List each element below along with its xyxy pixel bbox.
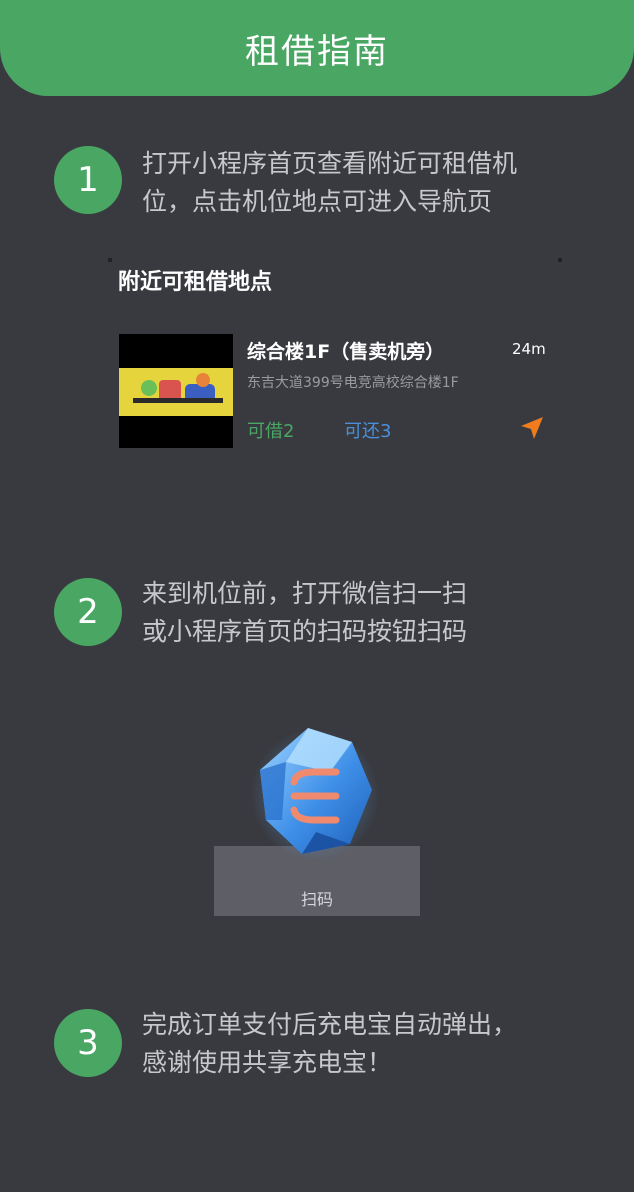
card-corner — [558, 258, 562, 262]
navigation-arrow-icon[interactable] — [518, 414, 546, 442]
step-number: 3 — [54, 1009, 122, 1077]
step-description: 打开小程序首页查看附近可租借机 位，点击机位地点可进入导航页 — [142, 149, 518, 216]
borrow-count: 可借2 — [247, 421, 295, 442]
header: 租借指南 — [0, 0, 634, 96]
location-thumbnail[interactable] — [119, 334, 233, 448]
return-count: 可还3 — [344, 421, 392, 442]
scan-illustration: 扫码 — [214, 720, 420, 916]
location-name[interactable]: 综合楼1F（售卖机旁） — [247, 337, 444, 364]
page-title: 租借指南 — [245, 31, 389, 72]
gem-scan-icon[interactable] — [250, 720, 380, 860]
step-number: 2 — [54, 578, 122, 646]
thumbnail-art — [133, 373, 223, 403]
nearby-title: 附近可租借地点 — [118, 270, 273, 295]
step-number: 1 — [54, 146, 122, 214]
card-corner — [108, 258, 112, 262]
scan-label: 扫码 — [300, 890, 333, 909]
step-description: 完成订单支付后充电宝自动弹出， 感谢使用共享充电宝！ — [142, 1010, 518, 1077]
location-distance: 24m — [512, 340, 546, 358]
step-description: 来到机位前，打开微信扫一扫 或小程序首页的扫码按钮扫码 — [142, 579, 468, 646]
location-address: 东吉大道399号电竞高校综合楼1F — [247, 375, 459, 391]
